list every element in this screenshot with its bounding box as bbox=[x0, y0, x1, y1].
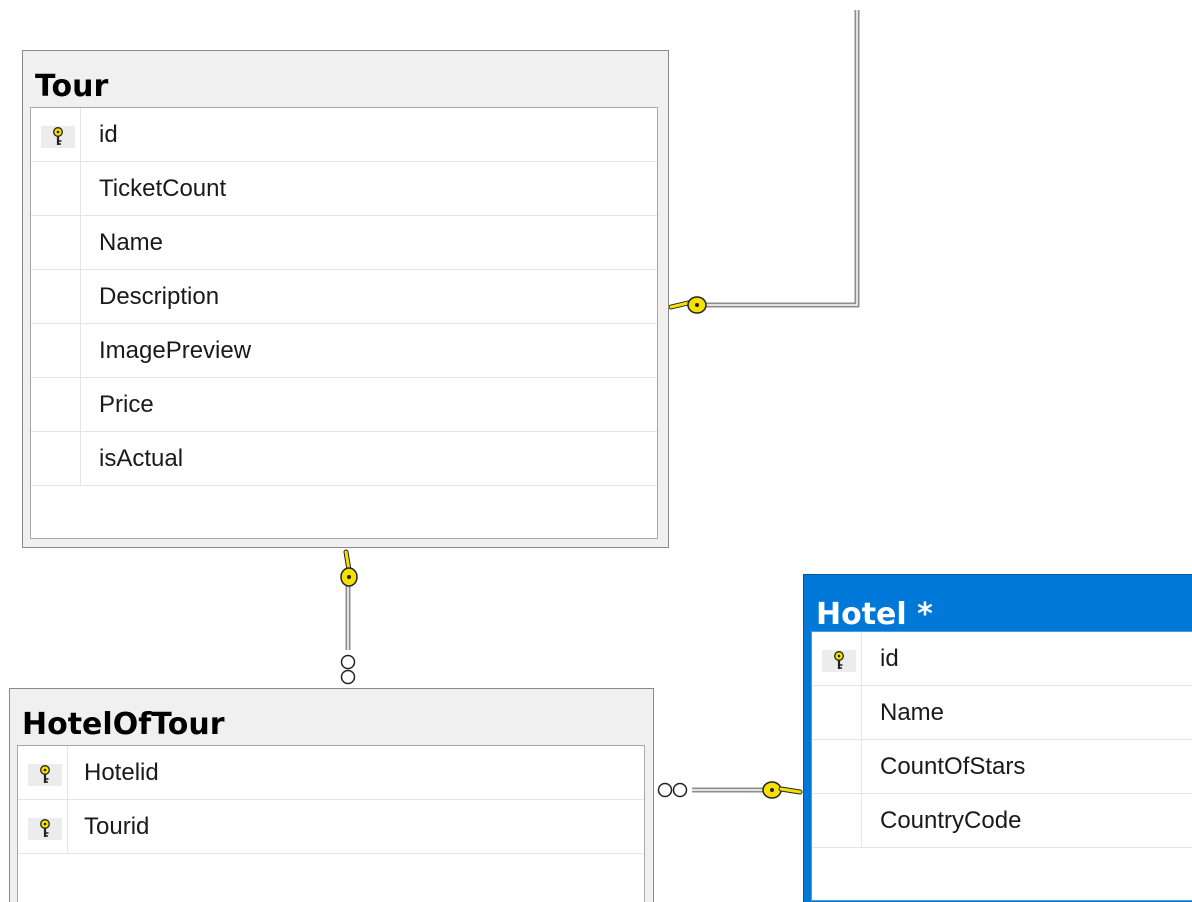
column-name: Price bbox=[99, 391, 154, 418]
column-row[interactable]: CountryCode bbox=[812, 794, 1192, 848]
primary-key-icon bbox=[28, 818, 62, 840]
column-row[interactable]: Price bbox=[31, 378, 657, 432]
column-name: TicketCount bbox=[99, 175, 227, 202]
many-end-infinity-icon bbox=[340, 654, 356, 685]
column-row[interactable]: Name bbox=[812, 686, 1192, 740]
row-selector[interactable] bbox=[812, 632, 862, 685]
one-end-key-icon bbox=[668, 296, 707, 314]
one-end-key-icon bbox=[762, 781, 803, 799]
table-title: HotelOfTour bbox=[22, 707, 225, 742]
column-name: CountryCode bbox=[880, 807, 1022, 834]
column-row[interactable]: Name bbox=[31, 216, 657, 270]
column-name: CountOfStars bbox=[880, 753, 1026, 780]
diagram-canvas: Tour id TicketCount Name Description ImagePr… bbox=[0, 0, 1192, 902]
column-name: ImagePreview bbox=[99, 337, 252, 364]
table-hotel[interactable]: Hotel * id Name CountOfStars CountryCode bbox=[803, 574, 1192, 902]
row-selector[interactable] bbox=[812, 740, 862, 793]
row-selector[interactable] bbox=[31, 108, 81, 161]
column-grid: id TicketCount Name Description ImagePreview… bbox=[30, 107, 658, 539]
column-row[interactable]: Description bbox=[31, 270, 657, 324]
column-name: id bbox=[99, 121, 118, 148]
row-selector[interactable] bbox=[31, 324, 81, 377]
column-row[interactable]: TicketCount bbox=[31, 162, 657, 216]
column-name: isActual bbox=[99, 445, 184, 472]
column-row[interactable]: Hotelid bbox=[18, 746, 644, 800]
row-selector[interactable] bbox=[31, 378, 81, 431]
column-name: Description bbox=[99, 283, 220, 310]
column-row[interactable]: ImagePreview bbox=[31, 324, 657, 378]
column-grid: Hotelid Tourid bbox=[17, 745, 645, 902]
column-name: Name bbox=[880, 699, 945, 726]
row-selector[interactable] bbox=[18, 800, 68, 853]
column-name: Hotelid bbox=[84, 759, 159, 786]
column-name: id bbox=[880, 645, 899, 672]
primary-key-icon bbox=[822, 650, 856, 672]
one-end-key-icon bbox=[340, 549, 358, 587]
column-row[interactable]: id bbox=[812, 632, 1192, 686]
primary-key-icon bbox=[41, 126, 75, 148]
row-selector[interactable] bbox=[31, 432, 81, 485]
relationship-external-tour[interactable] bbox=[668, 10, 860, 314]
column-row[interactable]: id bbox=[31, 108, 657, 162]
column-name: Tourid bbox=[84, 813, 150, 840]
row-selector[interactable] bbox=[812, 686, 862, 739]
table-tour[interactable]: Tour id TicketCount Name Description ImagePr… bbox=[22, 50, 669, 548]
column-row[interactable]: isActual bbox=[31, 432, 657, 486]
relationship-hotel-hotelofTour[interactable] bbox=[657, 781, 803, 799]
row-selector[interactable] bbox=[31, 216, 81, 269]
primary-key-icon bbox=[28, 764, 62, 786]
table-title: Hotel * bbox=[816, 597, 933, 632]
column-row[interactable]: Tourid bbox=[18, 800, 644, 854]
column-grid: id Name CountOfStars CountryCode bbox=[811, 631, 1192, 901]
many-end-infinity-icon bbox=[657, 782, 688, 798]
column-name: Name bbox=[99, 229, 164, 256]
row-selector[interactable] bbox=[812, 794, 862, 847]
row-selector[interactable] bbox=[31, 162, 81, 215]
table-hotelofTour[interactable]: HotelOfTour Hotelid Tourid bbox=[9, 688, 654, 902]
relationship-tour-hotelofTour[interactable] bbox=[340, 549, 358, 685]
column-row[interactable]: CountOfStars bbox=[812, 740, 1192, 794]
row-selector[interactable] bbox=[18, 746, 68, 799]
table-title: Tour bbox=[35, 69, 109, 104]
row-selector[interactable] bbox=[31, 270, 81, 323]
